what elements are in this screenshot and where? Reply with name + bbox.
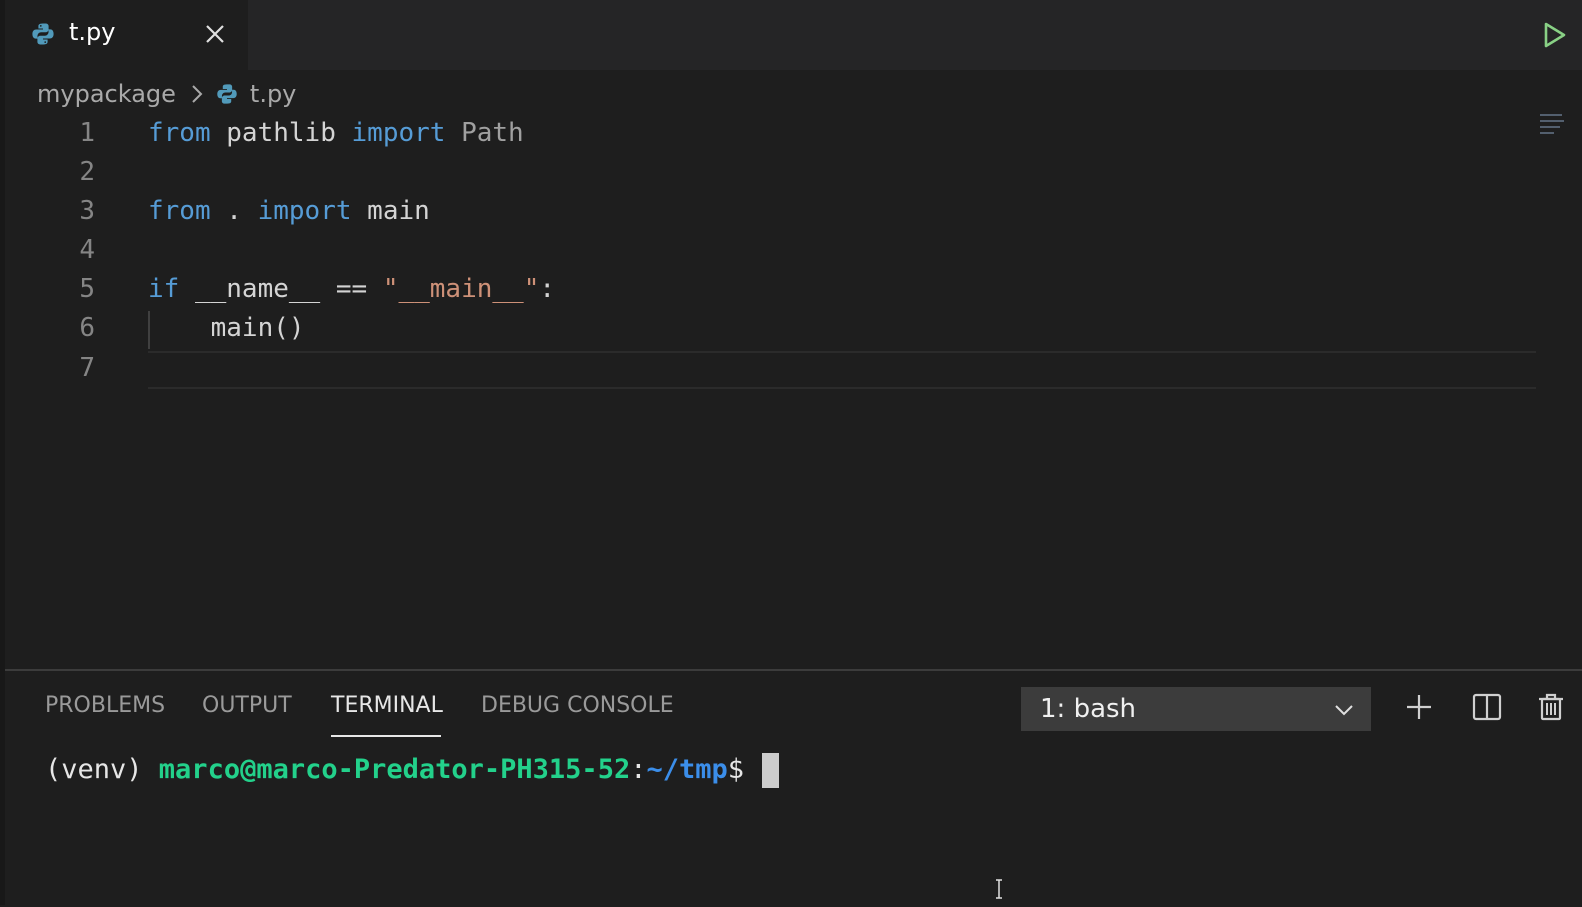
breadcrumb: mypackage t.py — [37, 78, 296, 110]
code-token: __name__ == — [179, 274, 383, 304]
code-token: Path — [461, 118, 524, 148]
terminal-colon: : — [630, 754, 647, 785]
terminal-selector-value: 1: bash — [1040, 694, 1137, 724]
terminal-prompt-symbol: $ — [727, 754, 761, 785]
code-line[interactable]: 6 main() — [5, 309, 1537, 348]
code-token: main() — [148, 313, 305, 343]
code-token: main — [351, 196, 430, 226]
terminal-selector-dropdown[interactable]: 1: bash — [1021, 687, 1371, 731]
code-line[interactable]: 5 if __name__ == "__main__": — [5, 270, 1537, 309]
terminal-path: ~/tmp — [646, 754, 728, 785]
text-cursor-icon — [996, 879, 1002, 899]
code-text: from . import main — [148, 192, 430, 231]
code-text: main() — [148, 309, 305, 348]
code-token: from — [148, 118, 211, 148]
code-token: import — [257, 196, 352, 226]
split-terminal-icon[interactable] — [1471, 691, 1503, 723]
code-line[interactable]: 2 — [5, 153, 1537, 192]
code-token: from — [148, 196, 211, 226]
chevron-down-icon — [1335, 705, 1353, 716]
bottom-panel: PROBLEMS OUTPUT TERMINAL DEBUG CONSOLE 1… — [5, 669, 1582, 907]
line-number: 3 — [79, 196, 95, 226]
breadcrumb-folder[interactable]: mypackage — [37, 80, 176, 108]
breadcrumb-file[interactable]: t.py — [250, 80, 296, 108]
close-icon[interactable] — [201, 20, 229, 48]
code-line[interactable]: 7 — [5, 349, 1537, 388]
code-token: . — [210, 196, 258, 226]
terminal-user-host: marco@marco-Predator-PH315-52 — [158, 754, 631, 785]
python-icon — [217, 84, 237, 104]
trash-icon[interactable] — [1535, 691, 1567, 723]
code-editor[interactable]: 1 from pathlib import Path 2 3 from . import… — [5, 112, 1537, 667]
terminal-venv: (venv) — [45, 754, 159, 785]
python-icon — [32, 23, 54, 45]
terminal-prompt-line[interactable]: (venv) marco@marco-Predator-PH315-52:~/t… — [45, 752, 780, 788]
editor-tab-bar: t.py — [5, 0, 1582, 70]
tab-debug-console[interactable]: DEBUG CONSOLE — [481, 693, 674, 718]
code-text: from pathlib import Path — [148, 114, 524, 153]
line-number: 4 — [79, 235, 95, 265]
run-play-icon[interactable] — [1542, 20, 1568, 50]
tab-filename: t.py — [69, 18, 116, 46]
line-number: 5 — [79, 274, 95, 304]
code-token: pathlib — [210, 118, 352, 148]
plus-icon[interactable] — [1403, 691, 1435, 723]
code-line[interactable]: 4 — [5, 231, 1537, 270]
minimap[interactable] — [1540, 114, 1568, 144]
line-number: 7 — [79, 353, 95, 383]
terminal-cursor — [762, 753, 780, 788]
tab-output[interactable]: OUTPUT — [202, 693, 292, 718]
tab-problems[interactable]: PROBLEMS — [45, 693, 165, 718]
editor-tab-t-py[interactable]: t.py — [5, 0, 248, 70]
code-token: if — [148, 274, 180, 304]
active-tab-indicator — [331, 735, 441, 737]
code-line[interactable]: 1 from pathlib import Path — [5, 114, 1537, 153]
code-line[interactable]: 3 from . import main — [5, 192, 1537, 231]
code-token: "__main__" — [382, 274, 540, 304]
line-number: 6 — [79, 313, 95, 343]
line-number: 2 — [79, 157, 95, 187]
code-token: import — [351, 118, 446, 148]
tab-terminal[interactable]: TERMINAL — [331, 693, 443, 718]
code-text: if __name__ == "__main__": — [148, 270, 555, 309]
chevron-right-icon — [192, 85, 203, 103]
line-number: 1 — [79, 118, 95, 148]
code-token: : — [539, 274, 556, 304]
